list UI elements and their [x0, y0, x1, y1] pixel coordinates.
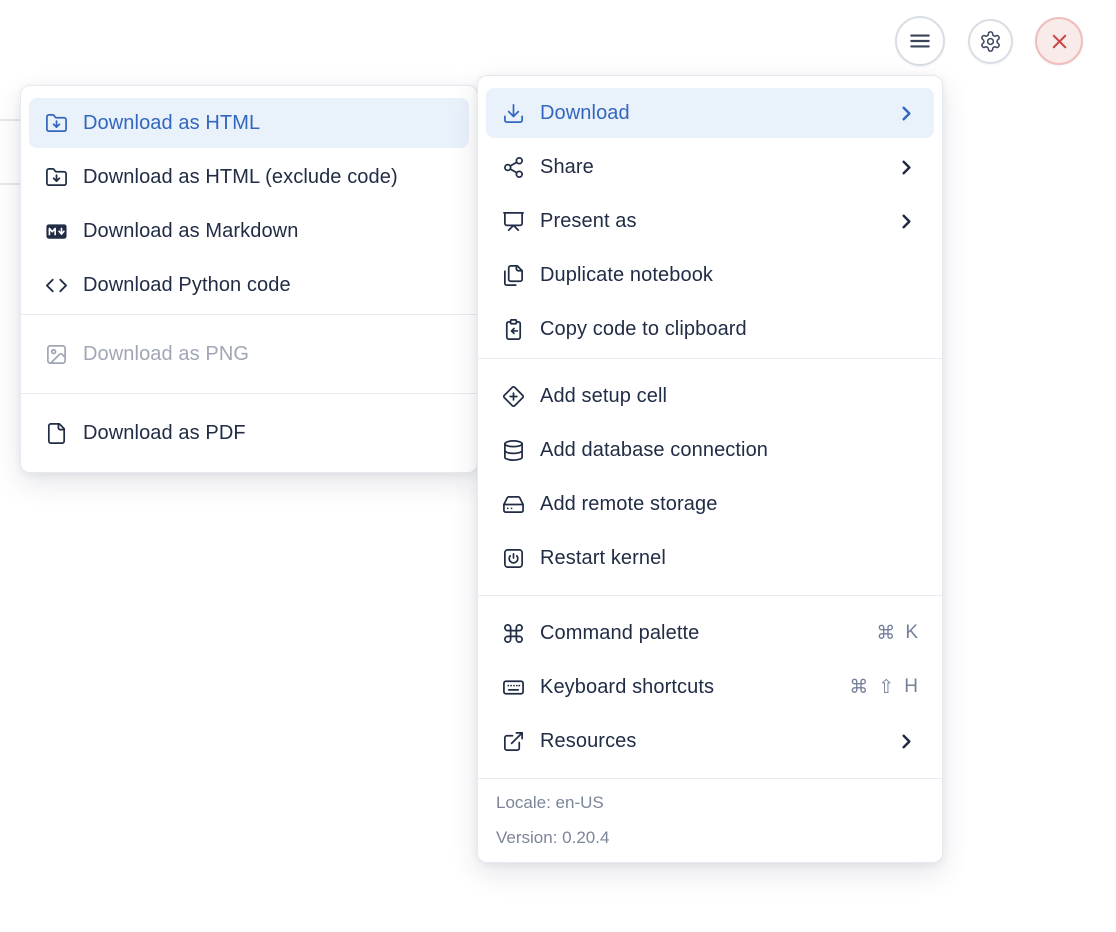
menu-footer: Locale: en-US Version: 0.20.4 — [478, 778, 942, 862]
folder-down-icon — [45, 166, 68, 189]
download-icon — [502, 102, 525, 125]
menu-item-label: Keyboard shortcuts — [540, 676, 834, 699]
menu-item-resources[interactable]: Resources — [486, 716, 934, 766]
duplicate-icon — [502, 264, 525, 287]
menu-item-label: Command palette — [540, 622, 861, 645]
menu-item-download-as-html-exclude-code[interactable]: Download as HTML (exclude code) — [29, 152, 469, 202]
menu-item-label: Copy code to clipboard — [540, 318, 918, 341]
file-icon — [45, 422, 68, 445]
menu-item-add-database-connection[interactable]: Add database connection — [486, 425, 934, 475]
menu-group: Command palette ⌘K Keyboard shortcuts ⌘⇧H Re… — [478, 596, 942, 778]
menu-item-label: Download — [540, 102, 880, 125]
menu-item-label: Add database connection — [540, 439, 918, 462]
menu-group: Add setup cell Add database connection Add… — [478, 359, 942, 595]
close-icon — [1048, 30, 1071, 53]
menu-item-label: Restart kernel — [540, 547, 918, 570]
menu-item-share[interactable]: Share — [486, 142, 934, 192]
download-submenu: Download as HTML Download as HTML (exclud… — [20, 85, 478, 473]
menu-item-label: Download as PDF — [83, 422, 453, 445]
shortcut-hint: ⌘⇧H — [849, 676, 918, 699]
shortcut-hint: ⌘K — [876, 622, 918, 645]
menu-item-label: Download Python code — [83, 274, 453, 297]
menu-item-label: Resources — [540, 730, 880, 753]
notebook-menu-groups: Download Share Present as Duplicate noteboo… — [478, 88, 942, 778]
menu-item-copy-code-to-clipboard[interactable]: Copy code to clipboard — [486, 304, 934, 354]
menu-item-download-as-html[interactable]: Download as HTML — [29, 98, 469, 148]
settings-button[interactable] — [968, 19, 1013, 64]
presentation-icon — [502, 210, 525, 233]
menu-item-label: Add remote storage — [540, 493, 918, 516]
gear-icon — [979, 30, 1002, 53]
menu-item-present-as[interactable]: Present as — [486, 196, 934, 246]
image-icon — [45, 343, 68, 366]
chevron-right-icon — [895, 156, 918, 179]
chevron-right-icon — [895, 730, 918, 753]
menu-item-label: Download as PNG — [83, 343, 453, 366]
menu-item-add-remote-storage[interactable]: Add remote storage — [486, 479, 934, 529]
chevron-right-icon — [895, 210, 918, 233]
external-link-icon — [502, 730, 525, 753]
menu-item-download[interactable]: Download — [486, 88, 934, 138]
hamburger-menu-icon — [907, 28, 933, 54]
folder-down-icon — [45, 112, 68, 135]
menu-item-label: Download as Markdown — [83, 220, 453, 243]
menu-item-download-python-code[interactable]: Download Python code — [29, 260, 469, 310]
notebook-menu-button[interactable] — [895, 16, 945, 66]
menu-item-download-as-markdown[interactable]: Download as Markdown — [29, 206, 469, 256]
menu-item-add-setup-cell[interactable]: Add setup cell — [486, 371, 934, 421]
menu-item-command-palette[interactable]: Command palette ⌘K — [486, 608, 934, 658]
markdown-icon — [45, 220, 68, 243]
locale-text: Locale: en-US — [496, 785, 924, 820]
keyboard-icon — [502, 676, 525, 699]
diamond-plus-icon — [502, 385, 525, 408]
menu-item-label: Download as HTML — [83, 112, 453, 135]
menu-item-download-as-pdf[interactable]: Download as PDF — [29, 408, 469, 458]
notebook-context-menu: Download Share Present as Duplicate noteboo… — [477, 75, 943, 863]
menu-group: Download as PNG — [21, 315, 477, 393]
menu-item-label: Present as — [540, 210, 880, 233]
menu-item-restart-kernel[interactable]: Restart kernel — [486, 533, 934, 583]
menu-item-download-as-png: Download as PNG — [29, 329, 469, 379]
clipboard-copy-icon — [502, 318, 525, 341]
hard-drive-icon — [502, 493, 525, 516]
menu-item-duplicate-notebook[interactable]: Duplicate notebook — [486, 250, 934, 300]
menu-item-label: Add setup cell — [540, 385, 918, 408]
menu-group: Download Share Present as Duplicate noteboo… — [478, 88, 942, 354]
download-submenu-groups: Download as HTML Download as HTML (exclud… — [21, 98, 477, 472]
menu-group: Download as HTML Download as HTML (exclud… — [21, 98, 477, 310]
menu-item-keyboard-shortcuts[interactable]: Keyboard shortcuts ⌘⇧H — [486, 662, 934, 712]
shutdown-button[interactable] — [1035, 17, 1083, 65]
version-text: Version: 0.20.4 — [496, 820, 924, 855]
chevron-right-icon — [895, 102, 918, 125]
power-square-icon — [502, 547, 525, 570]
menu-item-label: Share — [540, 156, 880, 179]
database-icon — [502, 439, 525, 462]
command-icon — [502, 622, 525, 645]
menu-item-label: Duplicate notebook — [540, 264, 918, 287]
share-icon — [502, 156, 525, 179]
menu-group: Download as PDF — [21, 394, 477, 472]
menu-item-label: Download as HTML (exclude code) — [83, 166, 453, 189]
code-icon — [45, 274, 68, 297]
